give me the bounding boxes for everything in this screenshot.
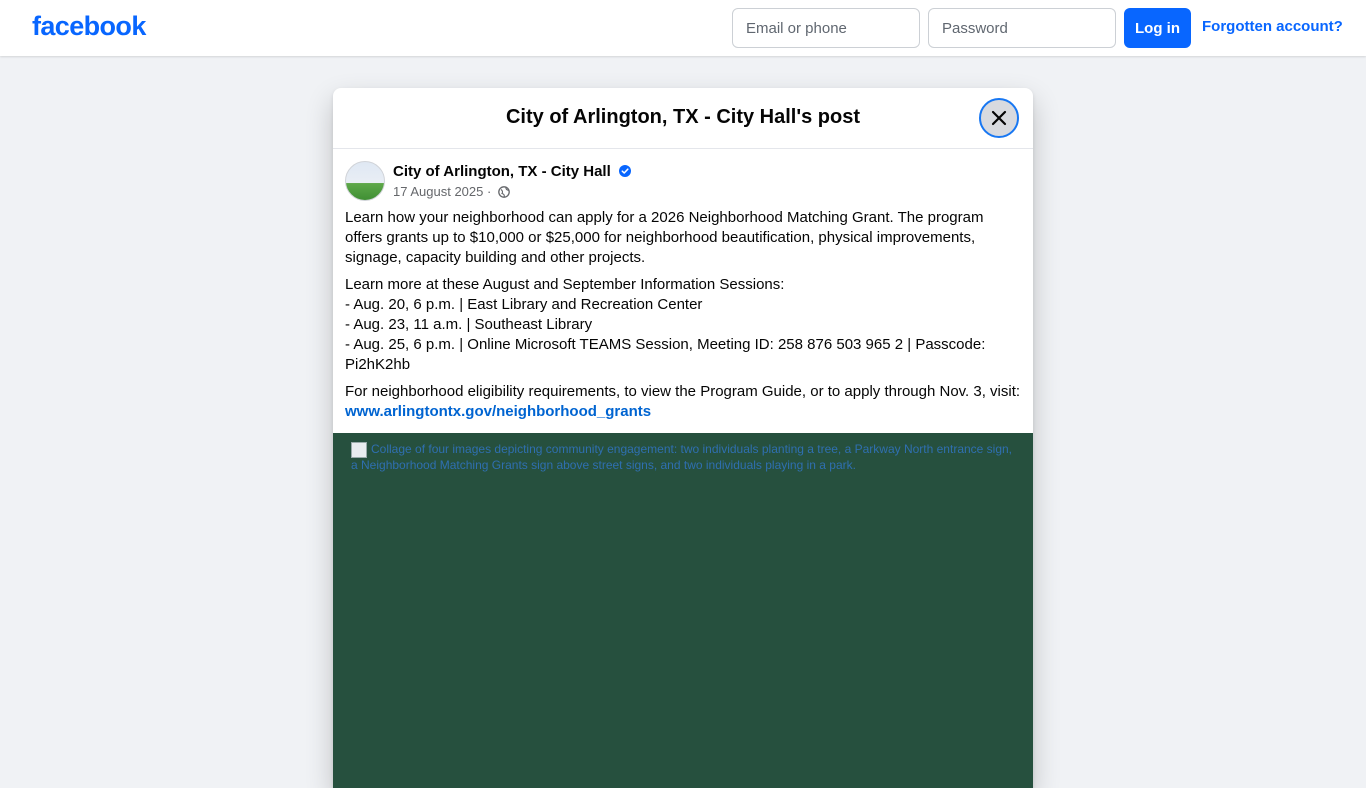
- login-button[interactable]: Log in: [1124, 8, 1191, 48]
- dialog-header: City of Arlington, TX - City Hall's post: [333, 88, 1033, 149]
- post-text: Learn how your neighborhood can apply fo…: [333, 201, 1033, 422]
- author-name-row: City of Arlington, TX - City Hall: [393, 163, 631, 180]
- avatar[interactable]: [345, 161, 385, 201]
- post-paragraph-link: For neighborhood eligibility requirement…: [345, 382, 1021, 422]
- post-meta: 17 August 2025 ·: [393, 184, 510, 199]
- session-line: - Aug. 23, 11 a.m. | Southeast Library: [345, 316, 593, 333]
- sessions-intro: Learn more at these August and September…: [345, 276, 785, 293]
- post-date[interactable]: 17 August 2025: [393, 184, 483, 199]
- session-line: - Aug. 25, 6 p.m. | Online Microsoft TEA…: [345, 336, 986, 373]
- image-alt-text: Collage of four images depicting communi…: [351, 442, 1013, 472]
- session-line: - Aug. 20, 6 p.m. | East Library and Rec…: [345, 296, 703, 313]
- grants-link[interactable]: www.arlingtontx.gov/neighborhood_grants: [345, 403, 651, 420]
- password-field[interactable]: [928, 8, 1116, 48]
- top-navigation-bar: facebook Log in Forgotten account?: [0, 0, 1366, 56]
- email-field[interactable]: [732, 8, 920, 48]
- forgotten-account-link[interactable]: Forgotten account?: [1202, 18, 1343, 35]
- facebook-logo[interactable]: facebook: [32, 11, 146, 42]
- dialog-title: City of Arlington, TX - City Hall's post: [505, 106, 860, 128]
- post-paragraph-sessions: Learn more at these August and September…: [345, 275, 1021, 375]
- post-author-header: City of Arlington, TX - City Hall 17 Aug…: [333, 149, 1033, 201]
- author-name[interactable]: City of Arlington, TX - City Hall: [393, 163, 611, 180]
- close-icon: [991, 110, 1007, 126]
- post-paragraph: Learn how your neighborhood can apply fo…: [345, 209, 984, 266]
- verified-badge-icon: [618, 165, 631, 177]
- globe-icon: [498, 186, 510, 198]
- meta-separator: ·: [483, 184, 495, 199]
- post-dialog: City of Arlington, TX - City Hall's post…: [333, 88, 1033, 788]
- close-button[interactable]: [979, 98, 1019, 138]
- post-paragraph: For neighborhood eligibility requirement…: [345, 383, 1021, 400]
- post-image[interactable]: Collage of four images depicting communi…: [333, 433, 1033, 788]
